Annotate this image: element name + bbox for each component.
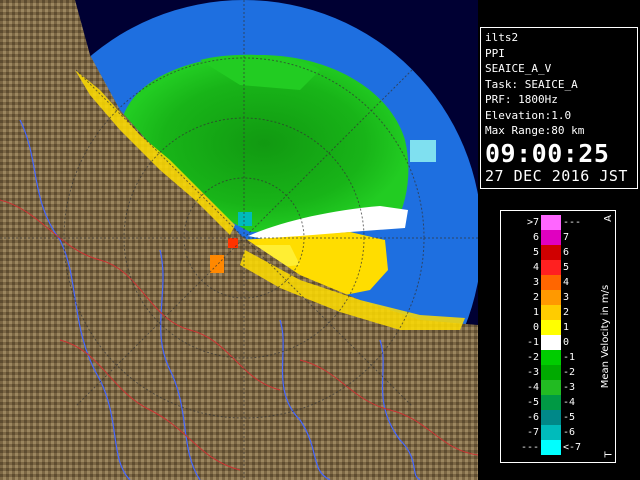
task-name: Task: SEAICE_A xyxy=(485,77,578,91)
legend-row-upper-label: -2 xyxy=(563,367,576,378)
legend-row: 01 xyxy=(501,320,601,335)
legend-color-swatch xyxy=(541,410,561,425)
legend-corner-bottom: T xyxy=(603,451,615,458)
scan-time: 09:00:25 xyxy=(485,138,610,168)
scan-date: 27 DEC 2016 JST xyxy=(485,166,628,185)
legend-row-upper-label: 4 xyxy=(563,277,570,288)
legend-color-swatch xyxy=(541,305,561,320)
volume-name: SEAICE_A_V xyxy=(485,62,552,75)
legend-row-upper-label: -1 xyxy=(563,352,576,363)
site-name: ilts2 xyxy=(485,31,519,44)
legend-color-swatch xyxy=(541,425,561,440)
legend-row: -2 -1 xyxy=(501,350,601,365)
legend-row-lower-label: --- xyxy=(520,442,539,453)
legend-row-lower-label: 2 xyxy=(532,292,539,303)
legend-row: -3 -2 xyxy=(501,365,601,380)
legend-color-swatch xyxy=(541,245,561,260)
legend-color-swatch xyxy=(541,365,561,380)
scan-mode: PPI xyxy=(485,46,505,60)
legend-row-upper-label: <-7 xyxy=(563,442,582,453)
prf-value: PRF: 1800Hz xyxy=(485,93,558,106)
legend-row: 56 xyxy=(501,245,601,260)
legend-color-swatch xyxy=(541,395,561,410)
elevation-value: Elevation:1.0 xyxy=(485,108,572,122)
legend-row-lower-label: 0 xyxy=(532,322,539,333)
legend-row-lower-label: -2 xyxy=(526,352,539,363)
legend-row: 23 xyxy=(501,290,601,305)
legend-row-upper-label: 6 xyxy=(563,247,570,258)
legend-row: -1 0 xyxy=(501,335,601,350)
legend-row-upper-label: 5 xyxy=(563,262,570,273)
legend-row: 67 xyxy=(501,230,601,245)
legend-row-lower-label: -5 xyxy=(526,397,539,408)
legend-row-upper-label: --- xyxy=(563,217,582,228)
legend-row: >7 --- xyxy=(501,215,601,230)
legend-row-lower-label: -6 xyxy=(526,412,539,423)
velocity-legend: >7 --- 6 7 5 6 4 5 3 4 2 3 1 2 0 1 -1 0 -2 -1 -3 -2 -4 -3 -5 -4 -6… xyxy=(500,210,616,463)
legend-row-upper-label: -5 xyxy=(563,412,576,423)
legend-row-upper-label: 7 xyxy=(563,232,570,243)
legend-color-swatch xyxy=(541,230,561,245)
legend-color-swatch xyxy=(541,275,561,290)
legend-row-lower-label: >7 xyxy=(526,217,539,228)
radar-ppi-display xyxy=(0,0,478,480)
legend-row-lower-label: 5 xyxy=(532,247,539,258)
legend-row: --- <-7 xyxy=(501,440,601,455)
legend-row-lower-label: 6 xyxy=(532,232,539,243)
legend-row-lower-label: 4 xyxy=(532,262,539,273)
legend-row: 12 xyxy=(501,305,601,320)
legend-color-swatch xyxy=(541,380,561,395)
legend-color-swatch xyxy=(541,350,561,365)
legend-row-lower-label: -7 xyxy=(526,427,539,438)
legend-row: -4 -3 xyxy=(501,380,601,395)
legend-row: -5 -4 xyxy=(501,395,601,410)
radar-info-panel: ilts2 PPI SEAICE_A_V Task: SEAICE_A PRF:… xyxy=(480,27,638,189)
legend-row-upper-label: 1 xyxy=(563,322,570,333)
legend-row-lower-label: 1 xyxy=(532,307,539,318)
legend-row-upper-label: 3 xyxy=(563,292,570,303)
legend-row: -6 -5 xyxy=(501,410,601,425)
legend-row-upper-label: -4 xyxy=(563,397,576,408)
legend-color-swatch xyxy=(541,440,561,455)
legend-row-upper-label: -3 xyxy=(563,382,576,393)
legend-row-lower-label: -1 xyxy=(526,337,539,348)
legend-row-upper-label: -6 xyxy=(563,427,576,438)
legend-row: 45 xyxy=(501,260,601,275)
legend-row: 34 xyxy=(501,275,601,290)
max-range-value: Max Range:80 km xyxy=(485,124,585,137)
legend-color-swatch xyxy=(541,290,561,305)
legend-row-lower-label: -4 xyxy=(526,382,539,393)
legend-row-lower-label: 3 xyxy=(532,277,539,288)
legend-row: -7 -6 xyxy=(501,425,601,440)
legend-color-swatch xyxy=(541,215,561,230)
legend-row-upper-label: 2 xyxy=(563,307,570,318)
legend-row-upper-label: 0 xyxy=(563,337,570,348)
legend-color-swatch xyxy=(541,335,561,350)
legend-color-swatch xyxy=(541,320,561,335)
legend-title: Mean Velocity in m/s xyxy=(600,284,612,389)
legend-color-swatch xyxy=(541,260,561,275)
legend-row-lower-label: -3 xyxy=(526,367,539,378)
